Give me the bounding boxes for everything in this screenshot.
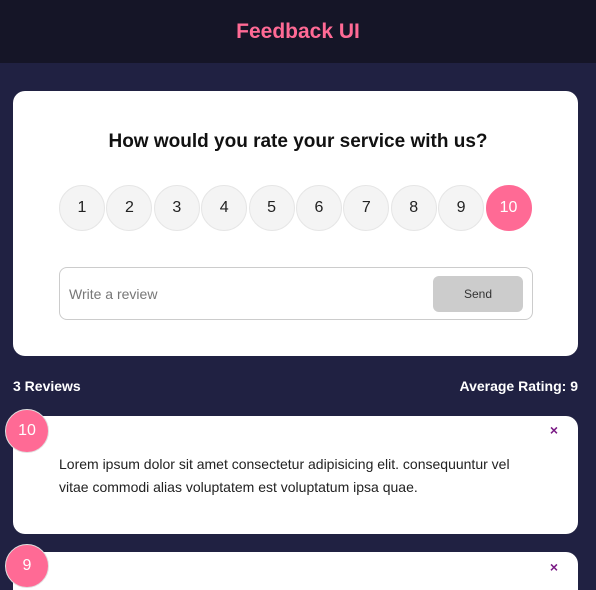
rating-option-8[interactable]: 8: [390, 185, 437, 231]
rating-option-5[interactable]: 5: [248, 185, 295, 231]
app-header: Feedback UI: [0, 0, 596, 63]
rating-options: 1 2 3 4 5 6 7 8 9 10: [59, 185, 539, 231]
send-button[interactable]: Send: [433, 276, 523, 312]
review-rating-badge: 9: [5, 544, 49, 588]
rating-option-10[interactable]: 10: [485, 185, 532, 231]
review-input[interactable]: [69, 283, 419, 305]
feedback-page: Feedback UI How would you rate your serv…: [0, 0, 596, 590]
rating-option-2[interactable]: 2: [106, 185, 153, 231]
rating-option-7[interactable]: 7: [343, 185, 390, 231]
review-rating-badge: 10: [5, 409, 49, 453]
average-rating: Average Rating: 9: [459, 378, 578, 394]
rating-option-3[interactable]: 3: [153, 185, 200, 231]
rating-option-9[interactable]: 9: [438, 185, 485, 231]
review-card: [13, 552, 578, 590]
rating-option-4[interactable]: 4: [201, 185, 248, 231]
review-count: 3 Reviews: [13, 378, 81, 394]
rating-option-6[interactable]: 6: [295, 185, 342, 231]
review-text: Lorem ipsum dolor sit amet consectetur a…: [59, 456, 510, 495]
rating-question: How would you rate your service with us?: [108, 131, 488, 152]
close-icon[interactable]: ×: [547, 560, 561, 574]
close-icon[interactable]: ×: [547, 423, 561, 437]
review-form: Send: [59, 267, 533, 320]
app-title: Feedback UI: [236, 19, 360, 43]
rating-option-1[interactable]: 1: [59, 185, 105, 231]
